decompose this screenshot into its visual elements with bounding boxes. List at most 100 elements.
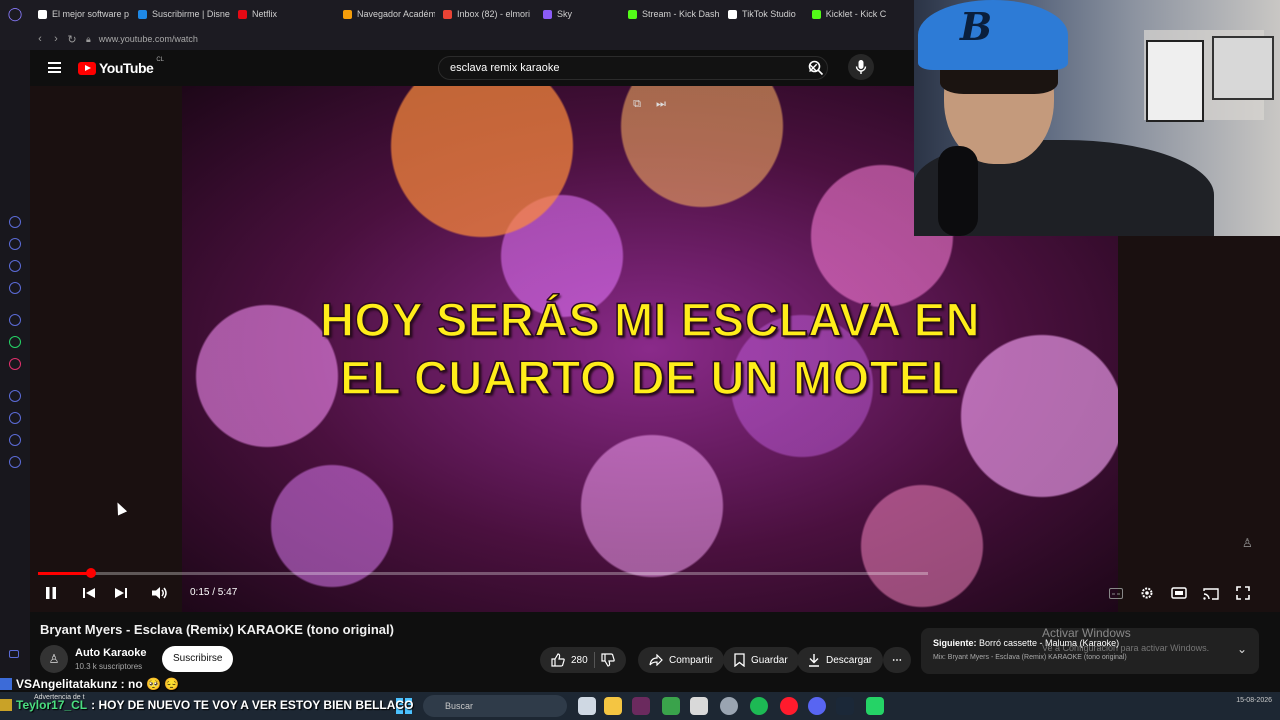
whatsapp-icon[interactable] xyxy=(9,336,21,348)
sidebar-clock-icon[interactable] xyxy=(9,412,21,424)
divider xyxy=(593,652,595,668)
mouse-cursor xyxy=(112,500,128,516)
menu-icon[interactable] xyxy=(48,62,61,73)
instagram-icon[interactable] xyxy=(9,358,21,370)
gear-icon xyxy=(1141,587,1153,599)
opera-logo-icon[interactable]: ◯ xyxy=(0,0,30,28)
tab-label: Netflix xyxy=(252,9,278,19)
sidebar-workspace-icon[interactable] xyxy=(9,260,21,272)
captions-button[interactable] xyxy=(1108,584,1124,602)
pause-button[interactable] xyxy=(42,584,60,602)
volume-button[interactable] xyxy=(150,584,170,602)
scrubber-handle[interactable] xyxy=(86,568,97,578)
tab-label: El mejor software p xyxy=(52,9,130,19)
channel-watermark-icon[interactable]: ♙ xyxy=(1242,536,1256,552)
save-button[interactable]: Guardar xyxy=(723,647,799,673)
chat-message-2: Teylor17_CL : HOY DE NUEVO TE VOY A VER … xyxy=(0,698,413,712)
tab-1[interactable]: El mejor software p xyxy=(30,0,130,28)
app-icon[interactable] xyxy=(632,697,650,715)
tab-8[interactable]: TikTok Studio xyxy=(720,0,804,28)
download-button[interactable]: Descargar xyxy=(797,647,884,673)
subscribe-button[interactable]: Suscribirse xyxy=(162,646,234,672)
search-input[interactable]: esclava remix karaoke ✕ xyxy=(438,56,828,80)
voice-search-button[interactable] xyxy=(848,54,874,80)
tab-2[interactable]: Suscribirme | Disne xyxy=(130,0,230,28)
opera-icon[interactable] xyxy=(780,697,798,715)
skip-next-small-icon[interactable]: ⏭ xyxy=(654,98,668,112)
spotify-icon[interactable] xyxy=(750,697,768,715)
sidebar-more-icon[interactable] xyxy=(9,650,19,658)
up-next-prefix: Siguiente: xyxy=(933,638,977,648)
steam-icon[interactable] xyxy=(836,697,854,715)
sidebar-history-icon[interactable] xyxy=(9,216,21,228)
up-next-playlist: Mix: Bryant Myers - Esclava (Remix) KARA… xyxy=(933,654,1127,661)
file-explorer-icon[interactable] xyxy=(604,697,622,715)
fullscreen-button[interactable] xyxy=(1234,584,1252,602)
kick-icon xyxy=(628,9,638,19)
search-query: esclava remix karaoke xyxy=(450,62,560,74)
search-icon xyxy=(808,60,824,76)
download-icon xyxy=(809,654,819,667)
chat-badge-icon xyxy=(0,678,12,690)
previous-icon xyxy=(83,588,95,598)
tab-7[interactable]: Stream - Kick Dash xyxy=(620,0,720,28)
windows-activation-title: Activar Windows xyxy=(1042,626,1131,640)
chat-text-2: : HOY DE NUEVO TE VOY A VER ESTOY BIEN B… xyxy=(91,698,414,712)
forward-icon[interactable]: › xyxy=(48,33,64,45)
tab-label: Inbox (82) - elmori xyxy=(457,9,531,19)
progress-bar[interactable] xyxy=(38,568,928,578)
like-icon[interactable] xyxy=(551,653,565,667)
taskbar-search-input[interactable]: Buscar xyxy=(423,695,567,717)
share-button[interactable]: Compartir xyxy=(638,647,724,673)
app-icon[interactable] xyxy=(690,697,708,715)
tab-3[interactable]: Netflix xyxy=(230,0,285,28)
sidebar-aria-icon[interactable] xyxy=(9,238,21,250)
tab-9[interactable]: Kicklet - Kick C xyxy=(804,0,895,28)
next-icon xyxy=(115,588,127,598)
more-actions-button[interactable]: ⋯ xyxy=(883,647,911,673)
lyric-line-1: HOY SERÁS MI ESCLAVA EN xyxy=(319,292,981,347)
channel-avatar[interactable]: ♙ xyxy=(40,645,68,673)
like-count[interactable]: 280 xyxy=(571,655,588,666)
back-icon[interactable]: ‹ xyxy=(32,33,48,45)
dislike-icon[interactable] xyxy=(601,653,615,667)
sidebar-player-icon[interactable] xyxy=(9,390,21,402)
channel-name[interactable]: Auto Karaoke xyxy=(75,647,147,659)
taskbar-search-placeholder: Buscar xyxy=(445,701,474,711)
karaoke-lyrics: HOY SERÁS MI ESCLAVA EN EL CUARTO DE UN … xyxy=(182,291,1118,407)
sidebar-settings-icon[interactable] xyxy=(9,456,21,468)
volume-icon xyxy=(152,587,167,599)
youtube-logo[interactable]: YouTube CL xyxy=(78,57,164,76)
previous-button[interactable] xyxy=(80,584,98,602)
search-button[interactable] xyxy=(803,56,829,80)
system-tray-date[interactable]: 15-08-2026 xyxy=(1236,696,1272,706)
tab-favicon-icon xyxy=(543,9,553,19)
miniplayer-icon[interactable]: ⧉ xyxy=(630,98,644,112)
whatsapp-taskbar-icon[interactable] xyxy=(866,697,884,715)
webcam-poster-2 xyxy=(1212,36,1274,100)
discord-icon[interactable] xyxy=(808,697,826,715)
sidebar-messenger-icon[interactable] xyxy=(9,282,21,294)
settings-button[interactable] xyxy=(1138,584,1156,602)
cast-button[interactable] xyxy=(1202,584,1220,602)
netflix-icon xyxy=(238,9,247,19)
url-field[interactable]: www.youtube.com/watch xyxy=(99,34,198,44)
next-button[interactable] xyxy=(112,584,130,602)
sidebar-discount-icon[interactable] xyxy=(9,314,21,326)
chat-badge-icon xyxy=(0,699,12,711)
tab-label: Navegador Académ xyxy=(357,9,436,19)
captions-icon xyxy=(1109,587,1123,599)
tab-6[interactable]: Sky xyxy=(535,0,580,28)
reload-icon[interactable]: ↻ xyxy=(64,33,80,46)
tab-5[interactable]: Inbox (82) - elmori xyxy=(435,0,535,28)
theater-mode-button[interactable] xyxy=(1170,584,1188,602)
theater-icon xyxy=(1171,587,1187,599)
more-dots-icon: ⋯ xyxy=(892,654,902,666)
tab-4[interactable]: Navegador Académ xyxy=(335,0,435,28)
task-view-icon[interactable] xyxy=(578,697,596,715)
minecraft-icon[interactable] xyxy=(662,697,680,715)
sidebar-extensions-icon[interactable] xyxy=(9,434,21,446)
app-icon[interactable] xyxy=(720,697,738,715)
webcam-microphone xyxy=(938,146,978,236)
chevron-down-icon[interactable]: ⌄ xyxy=(1237,642,1247,656)
